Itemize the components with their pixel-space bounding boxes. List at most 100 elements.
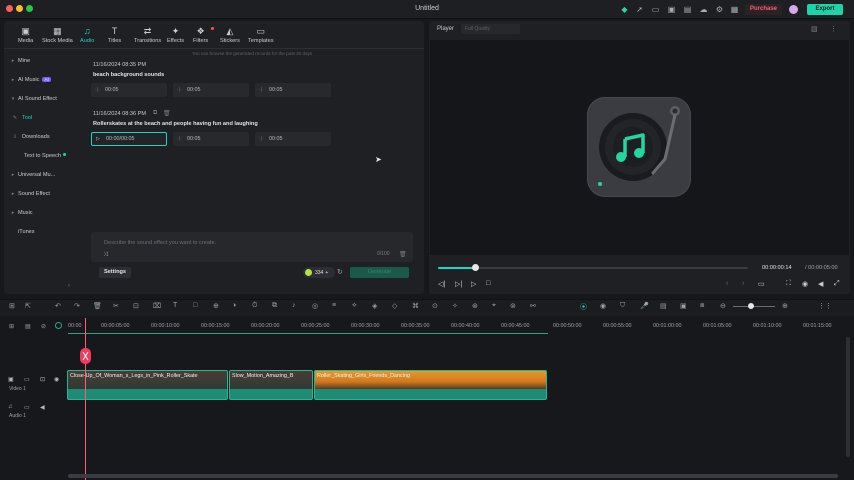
text-to-speech-icon[interactable]: ▤ [660,302,667,310]
mask-icon[interactable]: ◈ [372,302,377,310]
fx-icon[interactable]: ✧ [452,302,458,310]
zoom-slider-handle[interactable] [748,303,754,309]
refresh-icon[interactable]: ↻ [337,268,343,276]
sidebar-item-tool[interactable]: ✎ Tool [8,109,78,126]
prompt-input-box[interactable] [91,232,413,262]
sidebar-item-mine[interactable]: ▸ Mine [8,52,78,69]
color-icon[interactable]: ◑ [232,302,236,309]
snapshot-icon[interactable]: ▨ [811,25,818,33]
sound-clip[interactable]: ·|· 00:05 [255,83,331,97]
link2-icon[interactable]: ⚯ [530,302,536,310]
more-options-icon[interactable]: ⋮ [830,25,837,33]
tab-effects[interactable]: ✦ Effects [167,25,184,50]
copy-icon[interactable]: ⧉ [153,110,157,117]
sidebar-item-text-to-speech[interactable]: Text to Speech [8,147,78,164]
quality-select[interactable]: Full Quality [461,24,520,34]
smart-icon[interactable]: ⊚ [510,302,516,310]
keyframe-icon[interactable]: ◇ [392,302,397,310]
shuffle-icon[interactable]: ⤨ [103,252,108,259]
tab-titles[interactable]: T Titles [108,25,121,50]
sound-clip[interactable]: ·|· 00:05 [173,132,249,146]
snap-icon[interactable] [55,322,62,329]
track-manager-icon[interactable]: ▤ [25,323,31,330]
sound-clip[interactable]: ·|· 00:05 [173,83,249,97]
rect-icon[interactable]: □ [193,302,197,309]
playhead[interactable] [85,318,86,480]
stabilize-icon[interactable]: ◎ [312,302,318,310]
previous-frame-icon[interactable]: ◁| [438,280,445,288]
zoom-in-icon[interactable]: ⊕ [782,302,788,310]
zoom-icon[interactable]: ⊕ [213,302,219,310]
timeline-video-clip[interactable]: Close-Up_Of_Woman_s_Legs_in_Pink_Roller_… [67,370,228,400]
settings-button[interactable]: Settings [99,267,131,278]
layout-icon[interactable]: ▤ [682,4,693,15]
avatar[interactable] [789,5,798,14]
gift-icon[interactable]: ◆ [619,4,630,15]
tab-stickers[interactable]: ◭ Stickers [220,25,240,50]
mark-in-icon[interactable]: ‹ [726,280,728,287]
folder-icon[interactable]: ▭ [24,404,30,411]
tab-filters[interactable]: ❖ Filters [193,25,208,50]
trash-icon[interactable]: 🗑 [163,110,171,117]
zoom-slider[interactable] [733,306,775,307]
sidebar-item-ai-sound-effect[interactable]: ▾ AI Sound Effect [8,90,78,107]
speed-icon[interactable]: ⏱ [252,302,257,310]
layout-icon[interactable]: ⋮⋮ [818,302,832,310]
cloud-icon[interactable]: ☁ [698,4,709,15]
subtitle-icon[interactable]: ▣ [680,302,687,310]
trash-icon[interactable]: 🗑 [399,251,407,258]
tab-audio[interactable]: ♫ Audio [80,25,94,50]
sound-clip[interactable]: ▷ 00:00/00:05 [91,132,167,146]
grid-icon[interactable]: ⊞ [9,302,15,310]
ai-icon[interactable]: ⟡ [352,302,357,310]
track-icon[interactable]: ⊙ [432,302,438,310]
settings-icon[interactable]: ⚙ [714,4,725,15]
lock-icon[interactable]: ⊡ [40,376,45,383]
text-icon[interactable]: T [173,302,177,309]
marker-icon[interactable]: ⌖ [492,302,496,310]
shield-icon[interactable]: ⛉ [620,302,625,310]
ai-cut-icon[interactable]: ⊛ [472,302,478,310]
expand-icon[interactable]: ⤢ [834,280,840,288]
playback-scrubber[interactable] [438,267,748,269]
add-track-icon[interactable]: ⊞ [9,323,14,330]
mic-icon[interactable]: 🎤 [640,302,649,310]
monitor-icon[interactable]: ▭ [650,4,661,15]
credits-badge[interactable]: 334 + [303,267,335,278]
step-back-icon[interactable]: ▷| [455,280,462,288]
horizontal-scrollbar[interactable] [68,474,838,478]
send-icon[interactable]: ➚ [634,4,645,15]
tab-media[interactable]: ▣ Media [18,25,33,50]
cut-icon[interactable]: ⌧ [153,302,161,310]
vertical-scrollbar[interactable] [846,337,850,457]
crop2-icon[interactable]: ⧉ [272,302,277,310]
tab-templates[interactable]: ▭ Templates [248,25,274,50]
timeline-video-clip[interactable]: Slow_Motion_Amazing_B [229,370,313,400]
sidebar-item-itunes[interactable]: iTunes [8,223,78,240]
playhead-handle[interactable] [80,348,91,364]
sidebar-item-universal-mu-[interactable]: ▸ Universal Mu... [8,166,78,183]
sidebar-item-sound-effect[interactable]: ▸ Sound Effect [8,185,78,202]
export-button[interactable]: Export [807,4,843,15]
grid-icon[interactable]: ▦ [729,4,740,15]
motion-icon[interactable]: ⌘ [412,302,419,310]
sound-clip[interactable]: ·|· 00:05 [255,132,331,146]
folder-icon[interactable]: ▭ [24,376,30,383]
tab-stock-media[interactable]: ▦ Stock Media [42,25,73,50]
zoom-out-icon[interactable]: ⊖ [720,302,726,310]
sidebar-item-downloads[interactable]: ⇩ Downloads [8,128,78,145]
volume-icon[interactable]: ◀ [818,280,823,288]
tab-transitions[interactable]: ⇄ Transitions [134,25,161,50]
redo-icon[interactable]: ↷ [74,302,80,310]
record-icon[interactable]: ◉ [600,302,606,310]
mark-out-icon[interactable]: › [742,280,744,287]
prompt-input[interactable]: Describe the sound effect you want to cr… [104,240,216,246]
timeline-video-clip[interactable]: Roller_Skating_Girls_Friends_Dancing [314,370,547,400]
collapse-sidebar-icon[interactable]: ‹ [68,283,70,289]
split-icon[interactable]: ✂ [113,302,119,310]
camera-icon[interactable]: ◉ [802,280,808,288]
display-icon[interactable]: ▭ [758,280,765,288]
select-icon[interactable]: ⇱ [25,302,31,310]
stop-icon[interactable]: □ [486,280,490,287]
scrubber-handle[interactable] [472,264,479,271]
